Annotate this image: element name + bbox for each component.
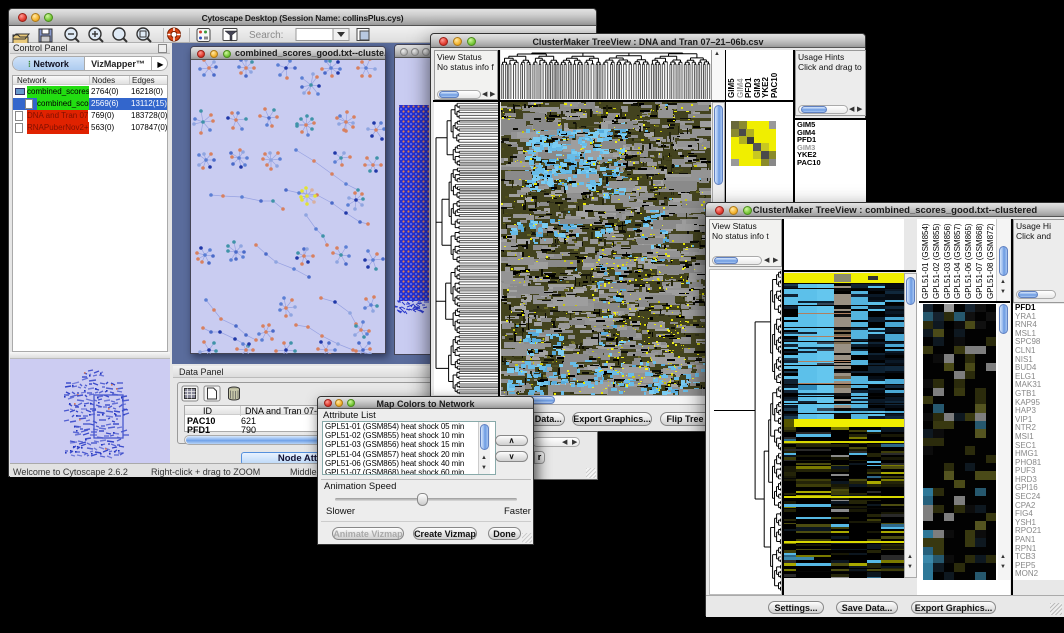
svg-text:PAC10: PAC10 [770, 72, 779, 98]
svg-text:GIM5: GIM5 [727, 78, 736, 98]
svg-text:PFD1: PFD1 [744, 77, 753, 98]
svg-text:YKE2: YKE2 [761, 77, 770, 98]
svg-text:Search:: Search: [249, 30, 283, 41]
